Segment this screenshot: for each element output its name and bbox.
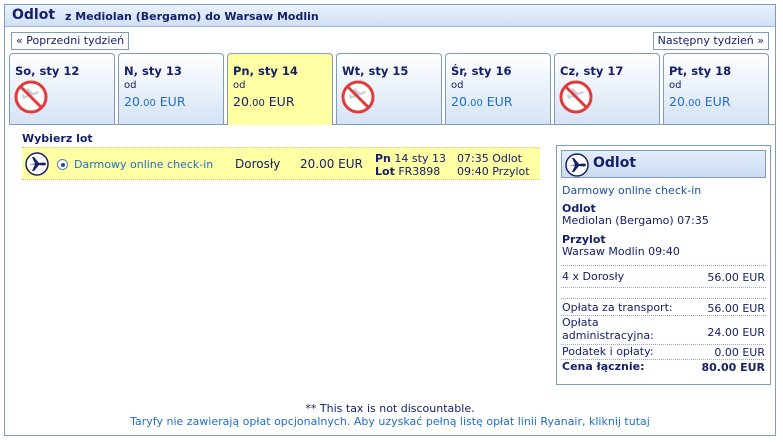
day-tab-label: Pt, sty 18 <box>669 64 732 78</box>
day-tab-label: Pn, sty 14 <box>233 64 298 78</box>
page-title: Odlot <box>12 7 56 23</box>
summary-title: Odlot <box>593 155 637 171</box>
no-flight-icon <box>14 80 48 114</box>
flight-selection-panel: Odlot z Mediolan (Bergamo) do Warsaw Mod… <box>4 4 776 436</box>
route-subtitle: z Mediolan (Bergamo) do Warsaw Modlin <box>65 10 319 23</box>
admin-fee-value: 24.00 EUR <box>707 326 765 339</box>
fare-radio-button[interactable] <box>57 159 68 170</box>
divider <box>561 265 766 266</box>
price-from-label: od <box>233 80 246 91</box>
transport-fee-label: Opłata za transport: <box>562 301 673 314</box>
admin-fee-label: Opłata administracyjna: <box>562 316 654 342</box>
flight-option-row[interactable]: Darmowy online check-in Dorosły 20.00 EU… <box>22 147 540 180</box>
summary-passenger-row: 4 x Dorosły 56.00 EUR <box>561 270 766 284</box>
day-tab-label: Śr, sty 16 <box>451 64 512 78</box>
flight-date-info: Pn 14 sty 13 Lot FR3898 <box>375 152 446 178</box>
arrival-time: 09:40 <box>457 165 489 178</box>
departure-word: Odlot <box>492 152 522 165</box>
flight-day-abbr: Pn <box>375 152 391 165</box>
summary-fare-name: Darmowy online check-in <box>562 184 702 197</box>
select-flight-heading: Wybierz lot <box>22 132 93 145</box>
price-from-label: od <box>669 80 682 91</box>
passenger-total: 56.00 EUR <box>707 271 765 284</box>
day-tab-fri[interactable]: Pt, sty 18 od 20.00 EUR <box>663 53 769 124</box>
total-price-label: Cena łącznie: <box>562 360 645 373</box>
summary-transport-row: Opłata za transport: 56.00 EUR <box>561 301 766 315</box>
day-tab-label: So, sty 12 <box>15 64 80 78</box>
summary-total-row: Cena łącznie: 80.00 EUR <box>561 360 766 374</box>
arrival-word: Przylot <box>492 165 530 178</box>
fees-info-link[interactable]: Taryfy nie zawierają opłat opcjonalnych.… <box>5 415 775 428</box>
divider <box>561 298 766 299</box>
summary-header: Odlot <box>561 150 766 178</box>
day-lowest-price: 20.00 EUR <box>669 94 731 109</box>
day-tab-sat[interactable]: So, sty 12 <box>9 53 115 124</box>
flight-number: FR3898 <box>398 165 441 178</box>
flight-time-info: 07:35 Odlot 09:40 Przylot <box>457 152 530 178</box>
flight-date: 14 sty 13 <box>394 152 446 165</box>
flight-price: 20.00 EUR <box>300 157 363 171</box>
day-tab-label: Wt, sty 15 <box>342 64 409 78</box>
day-tab-thu[interactable]: Cz, sty 17 <box>554 53 660 124</box>
summary-departure-detail: Mediolan (Bergamo) 07:35 <box>562 214 709 227</box>
airplane-icon <box>565 153 589 177</box>
transport-fee-value: 56.00 EUR <box>707 302 765 315</box>
day-tab-tue[interactable]: Wt, sty 15 <box>336 53 442 124</box>
next-week-button[interactable]: Następny tydzień » <box>652 32 769 50</box>
day-tab-mon[interactable]: Pn, sty 14 od 20.00 EUR <box>227 53 333 125</box>
summary-tax-row: Podatek i opłaty: 0.00 EUR <box>561 345 766 359</box>
airplane-icon <box>25 152 49 176</box>
fare-type-link[interactable]: Darmowy online check-in <box>74 158 213 171</box>
passenger-count-label: 4 x Dorosły <box>562 270 625 283</box>
booking-summary-panel: Odlot Darmowy online check-in Odlot Medi… <box>556 145 771 385</box>
summary-arrival-detail: Warsaw Modlin 09:40 <box>562 245 680 258</box>
price-from-label: od <box>451 80 464 91</box>
divider <box>561 287 766 288</box>
day-lowest-price: 20.00 EUR <box>451 94 513 109</box>
previous-week-button[interactable]: « Poprzedni tydzień <box>11 32 130 50</box>
tax-label: Podatek i opłaty: <box>562 345 654 358</box>
day-tab-label: N, sty 13 <box>124 64 182 78</box>
panel-header: Odlot z Mediolan (Bergamo) do Warsaw Mod… <box>5 5 775 27</box>
summary-admin-row: Opłata administracyjna: 24.00 EUR <box>561 316 766 343</box>
no-flight-icon <box>341 80 375 114</box>
day-tab-sun[interactable]: N, sty 13 od 20.00 EUR <box>118 53 224 124</box>
day-tab-label: Cz, sty 17 <box>560 64 624 78</box>
day-lowest-price: 20.00 EUR <box>124 94 186 109</box>
departure-time: 07:35 <box>457 152 489 165</box>
total-price-value: 80.00 EUR <box>701 361 765 374</box>
day-lowest-price: 20.00 EUR <box>233 94 295 109</box>
price-from-label: od <box>124 80 137 91</box>
flight-number-label: Lot <box>375 165 395 178</box>
tax-value: 0.00 EUR <box>714 346 765 359</box>
no-flight-icon <box>559 80 593 114</box>
passenger-type: Dorosły <box>235 157 281 171</box>
tax-footnote: ** This tax is not discountable. <box>305 402 475 415</box>
day-tab-wed[interactable]: Śr, sty 16 od 20.00 EUR <box>445 53 551 124</box>
day-tabs: So, sty 12 N, sty 13 od 20.00 EUR Pn, st… <box>9 53 775 125</box>
